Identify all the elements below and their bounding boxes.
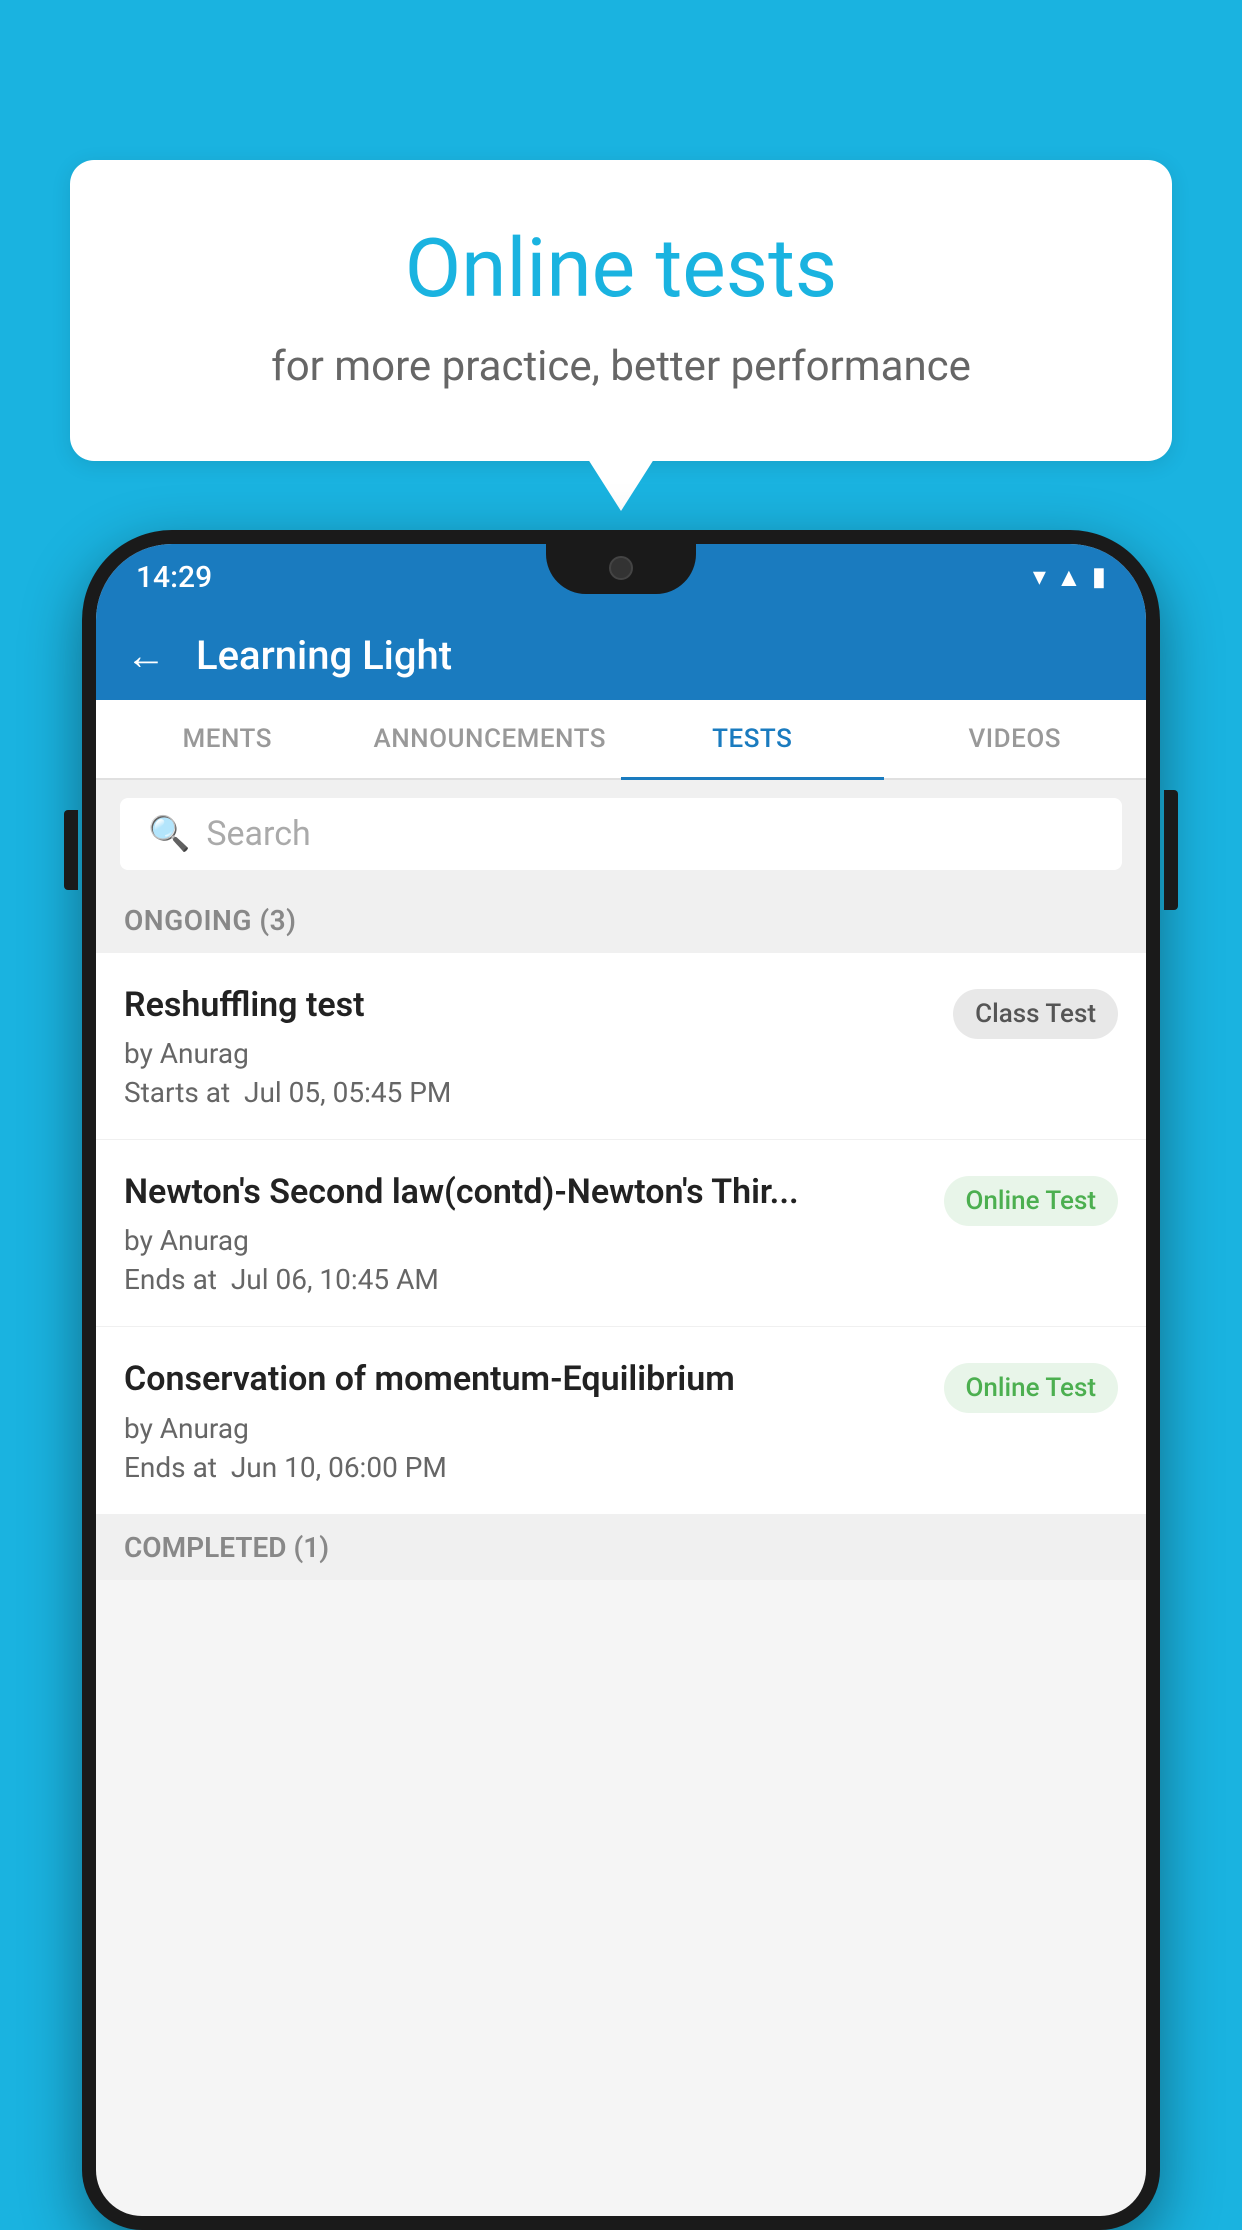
test-name-3: Conservation of momentum-Equilibrium (124, 1357, 924, 1401)
test-list: Reshuffling test by Anurag Starts at Jul… (96, 953, 1146, 1515)
test-item-2[interactable]: Newton's Second law(contd)-Newton's Thir… (96, 1140, 1146, 1327)
tab-videos[interactable]: VIDEOS (884, 700, 1147, 778)
test-author-3: by Anurag (124, 1412, 924, 1445)
test-author-2: by Anurag (124, 1224, 924, 1257)
test-time-1: Starts at Jul 05, 05:45 PM (124, 1076, 933, 1109)
notch-camera (609, 556, 633, 580)
tab-bar: MENTS ANNOUNCEMENTS TESTS VIDEOS (96, 700, 1146, 780)
test-time-3: Ends at Jun 10, 06:00 PM (124, 1451, 924, 1484)
search-placeholder-text: Search (206, 814, 310, 854)
test-badge-1: Class Test (953, 989, 1118, 1039)
completed-section-header: COMPLETED (1) (96, 1515, 1146, 1580)
phone-container: 14:29 ▾ ▲ ▮ ← Learning Light MENTS (82, 530, 1160, 2208)
test-author-1: by Anurag (124, 1037, 933, 1070)
test-item-3[interactable]: Conservation of momentum-Equilibrium by … (96, 1327, 1146, 1514)
test-name-2: Newton's Second law(contd)-Newton's Thir… (124, 1170, 924, 1214)
test-name-1: Reshuffling test (124, 983, 933, 1027)
speech-bubble-subtitle: for more practice, better performance (150, 342, 1092, 391)
speech-bubble-container: Online tests for more practice, better p… (70, 160, 1172, 461)
completed-title: COMPLETED (1) (124, 1531, 329, 1564)
status-bar: 14:29 ▾ ▲ ▮ (96, 544, 1146, 610)
tab-tests[interactable]: TESTS (621, 700, 884, 778)
notch (546, 544, 696, 594)
battery-icon: ▮ (1092, 562, 1106, 592)
speech-bubble: Online tests for more practice, better p… (70, 160, 1172, 461)
test-badge-3: Online Test (944, 1363, 1119, 1413)
status-time: 14:29 (136, 560, 212, 595)
test-info-2: Newton's Second law(contd)-Newton's Thir… (124, 1170, 924, 1296)
app-header: ← Learning Light (96, 610, 1146, 700)
test-badge-2: Online Test (944, 1176, 1119, 1226)
search-input[interactable]: 🔍 Search (120, 798, 1122, 870)
wifi-icon: ▾ (1033, 562, 1046, 592)
search-icon: 🔍 (148, 814, 190, 854)
tab-announcements[interactable]: ANNOUNCEMENTS (359, 700, 622, 778)
ongoing-section-header: ONGOING (3) (96, 888, 1146, 953)
search-container: 🔍 Search (96, 780, 1146, 888)
signal-icon: ▲ (1056, 562, 1082, 593)
app-title: Learning Light (196, 632, 452, 679)
test-info-3: Conservation of momentum-Equilibrium by … (124, 1357, 924, 1483)
ongoing-title: ONGOING (3) (124, 904, 296, 937)
phone-frame: 14:29 ▾ ▲ ▮ ← Learning Light MENTS (82, 530, 1160, 2230)
test-time-2: Ends at Jul 06, 10:45 AM (124, 1263, 924, 1296)
test-info-1: Reshuffling test by Anurag Starts at Jul… (124, 983, 933, 1109)
phone-screen: 14:29 ▾ ▲ ▮ ← Learning Light MENTS (96, 544, 1146, 2216)
speech-bubble-title: Online tests (150, 220, 1092, 318)
back-button[interactable]: ← (126, 632, 166, 679)
test-item-1[interactable]: Reshuffling test by Anurag Starts at Jul… (96, 953, 1146, 1140)
status-icons: ▾ ▲ ▮ (1033, 562, 1106, 593)
tab-ments[interactable]: MENTS (96, 700, 359, 778)
